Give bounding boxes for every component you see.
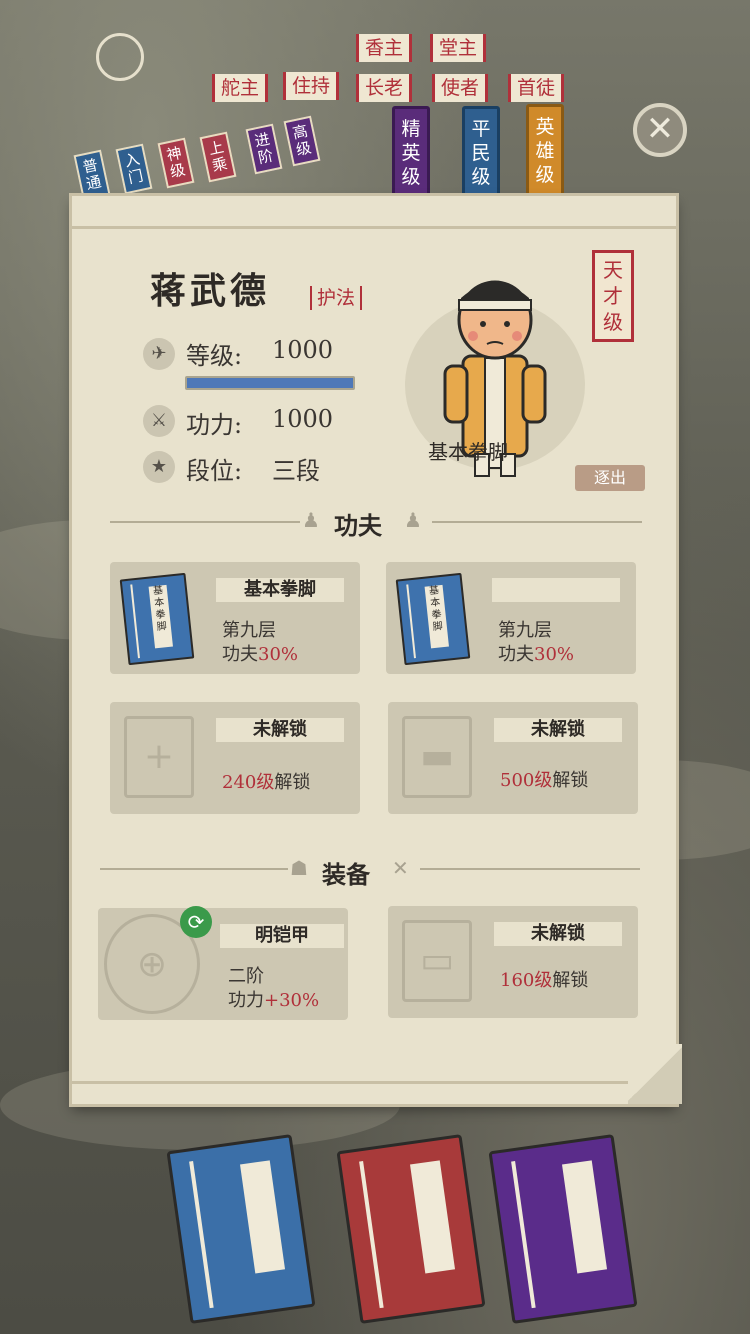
- kungfu-slot-locked-1[interactable]: + 未解锁 240级解锁: [110, 702, 360, 814]
- power-label: 功力:: [186, 411, 243, 439]
- level-value: 1000: [272, 336, 334, 364]
- rank-tag-xiangzhu[interactable]: 香主: [356, 34, 413, 62]
- power-icon: ⚔: [143, 405, 175, 437]
- refresh-icon[interactable]: ⟳: [180, 906, 212, 938]
- rank-label: 段位:: [186, 457, 243, 485]
- rank-value: 三段: [272, 457, 320, 485]
- rank-star-icon: ★: [143, 451, 175, 483]
- rank-tag-duozhu[interactable]: 舵主: [212, 74, 269, 102]
- manual-book-icon: 基本拳脚: [119, 572, 195, 666]
- kungfu-bonus: 功夫30%: [222, 644, 299, 665]
- kungfu-bonus: 功夫30%: [498, 644, 575, 665]
- section-divider-right: [432, 521, 642, 523]
- kungfu-title: 基本拳脚: [216, 578, 344, 602]
- red-book[interactable]: [336, 1134, 486, 1324]
- crossed-swords-icon: ✕: [392, 856, 409, 880]
- locked-title: 未解锁: [494, 718, 622, 742]
- locked-book-icon: ▬: [402, 716, 472, 798]
- character-title: 护法: [310, 286, 363, 310]
- kungfu-layer: 第九层: [222, 620, 276, 641]
- level-progress-bar: [185, 376, 355, 390]
- armor-icon: ☗: [290, 856, 308, 880]
- equipment-slot-1[interactable]: ⊕ ⟳ 明铠甲 二阶 功力+30%: [98, 906, 348, 1020]
- purple-book[interactable]: [488, 1134, 638, 1324]
- rank-tag-zhuchi[interactable]: 住持: [283, 72, 340, 100]
- close-button[interactable]: ✕: [633, 103, 687, 157]
- rank-tag-tangzhu[interactable]: 堂主: [430, 34, 487, 62]
- section-divider-left: [110, 521, 300, 523]
- locked-armor-icon: ▭: [402, 920, 472, 1002]
- section-divider-left: [100, 868, 288, 870]
- grade-civilian[interactable]: 平民级: [462, 106, 500, 200]
- rank-circle-icon[interactable]: [96, 33, 144, 81]
- equipment-section-title: 装备: [322, 860, 370, 889]
- expel-button[interactable]: 逐出: [575, 465, 645, 491]
- kungfu-slot-1[interactable]: 基本拳脚 基本拳脚 第九层 功夫30%: [110, 562, 360, 674]
- rank-tag-zhanglao[interactable]: 长老: [356, 74, 413, 102]
- meditate-icon: ♟: [302, 508, 320, 532]
- kungfu-slot-locked-2[interactable]: ▬ 未解锁 500级解锁: [388, 702, 638, 814]
- equipment-bonus: 功力+30%: [228, 990, 320, 1011]
- locked-title: 未解锁: [216, 718, 344, 742]
- rank-tag-shizhe[interactable]: 使者: [432, 74, 489, 102]
- kungfu-section-title: 功夫: [334, 511, 382, 540]
- manual-book-icon: 基本拳脚: [395, 572, 471, 666]
- grade-hero[interactable]: 英雄级: [526, 104, 564, 198]
- rank-tag-shoutu[interactable]: 首徒: [508, 74, 565, 102]
- equipment-slot-locked[interactable]: ▭ 未解锁 160级解锁: [388, 906, 638, 1018]
- add-slot-icon: +: [124, 716, 194, 798]
- grade-elite[interactable]: 精英级: [392, 106, 430, 200]
- portrait-skill-caption: 基本拳脚: [428, 440, 508, 464]
- unlock-requirement: 240级解锁: [222, 772, 311, 793]
- unlock-requirement: 160级解锁: [500, 970, 589, 991]
- equipment-title: 明铠甲: [220, 924, 344, 948]
- section-divider-right: [420, 868, 640, 870]
- kungfu-slot-2[interactable]: 基本拳脚 第九层 功夫30%: [386, 562, 636, 674]
- kungfu-title: [492, 578, 620, 602]
- level-icon: ✈: [143, 338, 175, 370]
- meditate-icon: ♟: [404, 508, 422, 532]
- character-name: 蒋武德: [150, 270, 271, 312]
- page-curl: [628, 1044, 682, 1104]
- equipment-tier: 二阶: [228, 966, 264, 987]
- level-label: 等级:: [186, 342, 243, 370]
- unlock-requirement: 500级解锁: [500, 770, 589, 791]
- locked-title: 未解锁: [494, 922, 622, 946]
- talent-badge: 天才级: [592, 250, 634, 342]
- close-icon: ✕: [645, 109, 675, 149]
- blue-book[interactable]: [166, 1134, 316, 1324]
- kungfu-layer: 第九层: [498, 620, 552, 641]
- power-value: 1000: [272, 405, 334, 433]
